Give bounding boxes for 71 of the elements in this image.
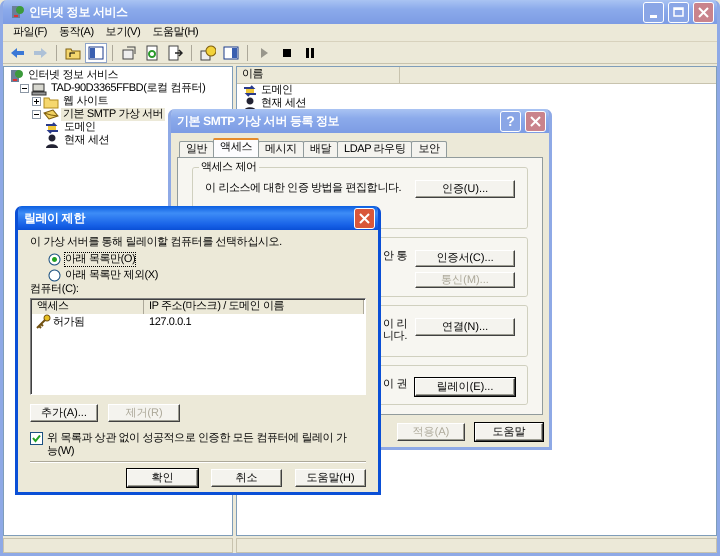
tree-item[interactable]: 기본 SMTP 가상 서버 (61, 108, 166, 122)
user-icon (44, 132, 60, 148)
table-cell: 허가됨 (53, 316, 85, 329)
menu-item[interactable]: 도움말(H) (146, 26, 204, 40)
close-button[interactable] (354, 208, 375, 228)
checkbox-label[interactable]: 위 목록과 상관 없이 성공적으로 인증한 모든 컴퓨터에 릴레이 가능(W) (47, 432, 350, 458)
checkbox[interactable] (30, 432, 43, 446)
radio-button[interactable] (48, 268, 61, 282)
server-icon (9, 4, 25, 20)
tree-item[interactable]: 도메인 (62, 120, 98, 134)
dialog-button[interactable]: 도움말 (475, 423, 543, 441)
column-header[interactable]: 액세스 (32, 300, 144, 314)
group-title: 액세스 제어 (199, 161, 259, 174)
close-icon (359, 212, 370, 224)
tab[interactable]: 일반 (179, 141, 214, 157)
dialog-button[interactable]: 인증서(C)... (415, 250, 515, 266)
tab[interactable]: 보안 (411, 141, 447, 157)
table-cell: 127.0.0.1 (149, 316, 192, 329)
tree-item[interactable]: 인터넷 정보 서비스 (26, 68, 120, 82)
tab[interactable]: LDAP 라우팅 (337, 141, 412, 157)
tree-item[interactable]: TAD-90D3365FFBD(로컬 컴퓨터) (49, 82, 208, 96)
close-icon (698, 6, 709, 18)
description-text: 안 통 (382, 250, 407, 262)
radio-button[interactable] (48, 252, 61, 266)
list-item[interactable]: 도메인 (261, 84, 293, 98)
tab[interactable]: 배달 (302, 141, 338, 157)
dialog-title: 기본 SMTP 가상 서버 등록 정보 (177, 114, 340, 128)
dialog-button[interactable]: 도움말(H) (295, 469, 366, 488)
menu-item[interactable]: 파일(F) (7, 26, 54, 40)
close-icon (530, 116, 541, 126)
dialog-button[interactable]: 추가(A)... (30, 404, 98, 422)
maximize-icon (673, 6, 684, 18)
prompt-text: 이 가상 서버를 통해 릴레이할 컴퓨터를 선택하십시오. (30, 236, 283, 250)
server-icon (8, 68, 24, 84)
window-icon (223, 44, 239, 60)
dialog-button[interactable]: 릴레이(E)... (415, 378, 515, 396)
dialog-button[interactable]: 확인 (127, 469, 198, 488)
dialog-title: 릴레이 제한 (24, 210, 86, 226)
menu-item[interactable]: 보기(V) (100, 26, 146, 40)
envelope-icon (43, 106, 59, 122)
description-text: 이 리 (382, 318, 407, 330)
close-button[interactable] (525, 110, 546, 132)
list-label: 컴퓨터(C): (30, 283, 80, 296)
description-text: 이 권 (382, 378, 407, 390)
list-item[interactable]: 현재 세션 (261, 96, 306, 110)
computer-icon (31, 80, 47, 96)
tree-item[interactable]: 웹 사이트 (61, 94, 110, 108)
dialog-button[interactable]: 인증(U)... (415, 180, 515, 198)
tab[interactable]: 액세스 (213, 138, 260, 157)
description-text: 이 리소스에 대한 인증 방법을 편집합니다. (205, 182, 402, 194)
column-header[interactable]: IP 주소(마스크) / 도메인 이름 (144, 300, 364, 314)
minimize-icon (650, 15, 657, 18)
properties-icon (121, 44, 137, 60)
description-text: 니다. (382, 330, 407, 342)
refresh-icon (144, 44, 160, 60)
option-label[interactable]: 아래 목록만 제외(X) (65, 268, 158, 282)
toolbar-button[interactable] (85, 42, 107, 62)
arrows-icon (44, 120, 60, 136)
dialog-button[interactable]: 취소 (211, 469, 282, 488)
close-button[interactable] (693, 2, 714, 22)
dialog-button[interactable]: 연결(N)... (415, 318, 515, 336)
key-icon (35, 314, 51, 330)
option-label[interactable]: 아래 목록만(O) (65, 252, 136, 266)
tree-item[interactable]: 현재 세션 (62, 134, 112, 148)
panel-icon (88, 44, 104, 60)
arrows-icon (242, 82, 258, 98)
tab[interactable]: 메시지 (258, 141, 304, 157)
window-title: 인터넷 정보 서비스 (29, 4, 129, 20)
menu-item[interactable]: 동작(A) (53, 26, 100, 40)
document-arrow-icon (167, 44, 183, 60)
help-icon (200, 44, 216, 60)
